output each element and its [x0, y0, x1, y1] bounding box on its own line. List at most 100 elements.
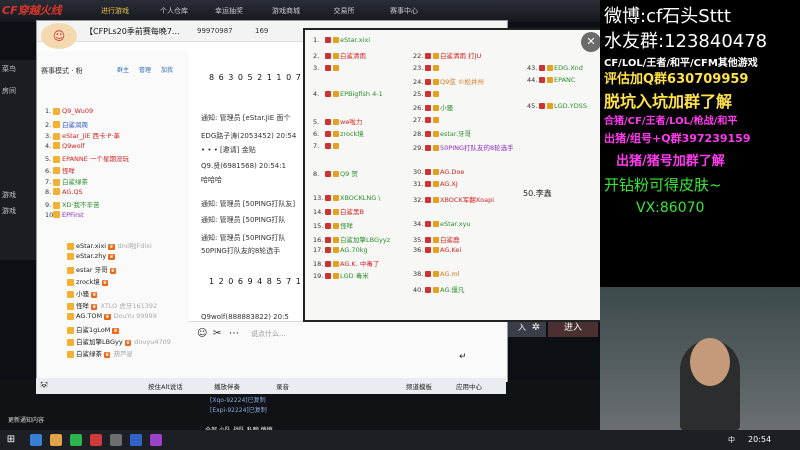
rank-row[interactable]: 27. — [413, 116, 440, 124]
app-center[interactable]: 应用中心 — [456, 381, 482, 391]
rank-row[interactable]: 25. — [413, 90, 440, 98]
play-accompaniment[interactable]: 播放伴奏 — [214, 381, 240, 391]
header-link[interactable]: 加我 — [161, 65, 173, 74]
rank-row[interactable]: 1. eStar.xixi — [313, 36, 370, 44]
member-list-row[interactable]: 白鲨1gLoM ♛ — [67, 324, 122, 335]
scissors-icon[interactable]: ✂ — [213, 328, 221, 339]
member-rank-row[interactable]: 7. 白鲨绿茶 — [45, 176, 88, 187]
app-icon[interactable] — [110, 434, 122, 446]
rank-row[interactable]: 2. 白鲨清雨 — [313, 50, 366, 60]
rank-icon — [325, 247, 331, 253]
rank-row[interactable]: 8. Q9 贺 — [313, 168, 358, 178]
rank-row[interactable]: 32. XBOCK军翻Xoapi — [413, 194, 494, 204]
rank-row[interactable]: 5. we啦力 — [313, 116, 362, 126]
rank-row[interactable]: 4. EPBigfish 4-1 — [313, 90, 383, 98]
rank-number: 5. — [313, 118, 320, 126]
member-list-row[interactable]: 怪咩 ♛ XTLO 虎牙161392 — [67, 300, 157, 311]
rank-row[interactable]: 14. 白鲨黑B — [313, 206, 364, 216]
input-language[interactable]: 中 — [728, 435, 735, 445]
level-badge: ♛ — [124, 340, 132, 346]
game-tab-trade[interactable]: 交易所 — [322, 4, 366, 18]
rank-row[interactable]: 36. AG.Kei — [413, 246, 461, 254]
overlay-pig2: 出猪/猪号加群了解 — [616, 154, 725, 169]
member-rank-row[interactable]: 4. Q9wolf — [45, 142, 85, 153]
rank-row[interactable]: 44. EPANC — [527, 76, 575, 84]
member-rank-row[interactable]: 9. XD·我不辛苦 — [45, 199, 100, 210]
header-link[interactable]: 群主 — [117, 65, 129, 74]
member-rank-row[interactable]: 2. 白鲨润周 — [45, 119, 88, 130]
rank-row[interactable]: 23. — [413, 64, 440, 72]
rank-row[interactable]: 28. estar.牙哥 — [413, 128, 471, 138]
rank-row[interactable]: 26. 小骚 — [413, 102, 453, 112]
member-rank: 9. — [45, 201, 52, 209]
rank-row[interactable]: 34. eStar.xyu — [413, 220, 471, 228]
emoji-icon[interactable]: ☺ — [197, 328, 207, 339]
header-link[interactable]: 管理 — [139, 65, 151, 74]
avatar-icon — [67, 312, 74, 320]
panda-icon[interactable]: 🐼 — [40, 381, 48, 389]
member-list-row[interactable]: eStar.zhy ♛ — [67, 252, 118, 263]
game-tab-lottery[interactable]: 幸运抽奖 — [205, 4, 253, 18]
app-icon[interactable] — [150, 434, 162, 446]
rank-row[interactable]: 16. 白鲨加擎LBGyyz — [313, 234, 390, 244]
member-extra: 葫芦星 — [113, 350, 133, 358]
rank-row[interactable]: 45. LGD.YDSS — [527, 102, 587, 110]
rank-row[interactable]: 15. 怪咩 — [313, 220, 353, 230]
rank-number: 25. — [413, 90, 424, 98]
rank-row[interactable]: 17. AG.70kg — [313, 246, 368, 254]
rank-row[interactable]: 40. AG.僵凡 — [413, 284, 464, 294]
folder-icon[interactable] — [50, 434, 62, 446]
browser-icon[interactable] — [30, 434, 42, 446]
rank-row[interactable]: 6. zrock境 — [313, 128, 364, 138]
rank-row[interactable]: 13. XBOCKLNG \ — [313, 194, 381, 202]
windows-start-icon[interactable]: ⊞ — [4, 433, 18, 447]
member-list-row[interactable]: AG.TOM ♛ DouYu 99999 — [67, 312, 157, 323]
rank-row[interactable]: 7. — [313, 142, 340, 150]
rank-row[interactable]: 38. AG.ml — [413, 270, 460, 278]
rank-row[interactable]: 31. AG.XJ — [413, 180, 458, 188]
close-icon[interactable]: ✕ — [581, 32, 601, 52]
member-rank-row[interactable]: 5. EPANNE 一个星期没玩 — [45, 153, 129, 164]
record[interactable]: 录音 — [276, 381, 289, 391]
crown-icon — [433, 117, 439, 123]
rank-row[interactable]: 24. Q9弦 ©松井州 — [413, 76, 484, 86]
chat-input[interactable]: 说点什么... — [251, 329, 286, 339]
rank-row[interactable]: 3. — [313, 64, 340, 72]
member-list-row[interactable]: zrock境 ♛ — [67, 276, 111, 287]
rank-row[interactable]: 19. LGD 毒米 — [313, 270, 369, 280]
member-list-row[interactable]: 小骚 ♛ — [67, 288, 100, 299]
game-tab-warehouse[interactable]: 个人仓库 — [150, 4, 198, 18]
member-rank-row[interactable]: 3. eStar_JiE 西卡·P·革 — [45, 130, 120, 141]
member-rank-row[interactable]: 8. AG.QS — [45, 188, 83, 199]
qq-icon[interactable] — [130, 434, 142, 446]
rank-number: 32. — [413, 196, 424, 204]
rank-row[interactable]: 29. 50PING打队友的8轮选手 — [413, 142, 514, 152]
more-icon[interactable]: ⋯ — [229, 328, 239, 339]
game-tab-shop[interactable]: 游戏商城 — [262, 4, 310, 18]
rank-row[interactable]: 35. 白鲨鹿 — [413, 234, 460, 244]
member-list-row[interactable]: 白鲨绿茶 ♛ 葫芦星 — [67, 348, 133, 359]
member-rank-row[interactable]: 6. 怪咩 — [45, 165, 75, 176]
group-avatar[interactable]: ☺ — [41, 23, 77, 49]
rank-number: 8. — [313, 170, 320, 178]
game-tab-events[interactable]: 赛事中心 — [380, 4, 428, 18]
member-list-row[interactable]: 白鲨加擎LBGyy ♛ douyu4709 — [67, 336, 171, 347]
member-list-row[interactable]: eStar.xixi ♛ dnd啦Fdlxi — [67, 240, 152, 251]
avatar-icon — [67, 338, 74, 346]
rank-row[interactable]: 18. AG.K. 中毒了 — [313, 258, 379, 268]
wechat-icon[interactable] — [70, 434, 82, 446]
rank-icon — [325, 53, 331, 59]
chat-message: 50PING打队友的8轮选手 — [201, 247, 281, 255]
push-to-talk[interactable]: 按住Alt说话 — [148, 381, 183, 391]
member-rank-row[interactable]: 10. EPFirst — [45, 211, 84, 222]
rank-row[interactable]: 43. EDG.Xnd — [527, 64, 583, 72]
rank-row[interactable]: 22. 白鲨清雨 打JU — [413, 50, 481, 60]
game-icon[interactable] — [90, 434, 102, 446]
send-icon[interactable]: ↵ — [459, 352, 467, 362]
game-tab-play[interactable]: 进行游戏 — [90, 4, 140, 18]
member-rank-row[interactable]: 1. Q9_Wu09 — [45, 107, 93, 118]
rank-number: 27. — [413, 116, 424, 124]
member-list-row[interactable]: estar 牙哥 ♛ — [67, 264, 119, 275]
rank-row[interactable]: 30. AG.Doe — [413, 168, 464, 176]
channel-template[interactable]: 频道模板 — [406, 381, 432, 391]
